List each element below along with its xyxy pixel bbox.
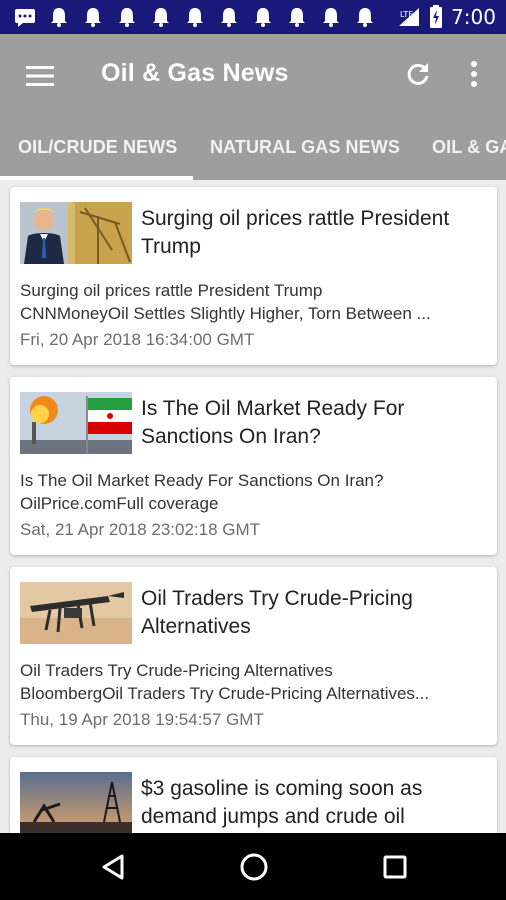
bell-icon	[85, 8, 101, 27]
bell-icon	[187, 8, 203, 27]
bell-icon	[51, 8, 67, 27]
tab-oil-crude-news[interactable]: OIL/CRUDE NEWS	[18, 120, 177, 180]
more-vert-icon	[471, 61, 477, 87]
clock: 7:00	[451, 5, 496, 29]
tab-natural-gas-news[interactable]: NATURAL GAS NEWS	[210, 120, 400, 180]
bell-icon	[289, 8, 305, 27]
article-thumbnail	[20, 202, 132, 264]
article-description: Oil Traders Try Crude-Pricing Alternativ…	[20, 659, 488, 705]
description-line: Surging oil prices rattle President Trum…	[20, 281, 323, 300]
article-headline: Is The Oil Market Ready For Sanctions On…	[141, 397, 405, 448]
bell-icon	[323, 8, 339, 27]
tab-bar: OIL/CRUDE NEWS NATURAL GAS NEWS OIL & GA	[0, 120, 506, 180]
system-navigation-bar	[0, 833, 506, 900]
article-headline: $3 gasoline is coming soon as demand jum…	[141, 777, 423, 828]
article-headline: Oil Traders Try Crude-Pricing Alternativ…	[141, 587, 413, 638]
app-title: Oil & Gas News	[101, 59, 289, 87]
article-thumbnail	[20, 772, 132, 833]
news-card[interactable]: $3 gasoline is coming soon as demand jum…	[10, 757, 497, 833]
back-button[interactable]	[95, 849, 131, 885]
app-bar: Oil & Gas News OIL/CRUDE NEWS NATURAL GA…	[0, 34, 506, 180]
menu-button[interactable]	[22, 58, 58, 94]
recent-apps-button[interactable]	[377, 849, 413, 885]
refresh-button[interactable]	[400, 56, 436, 92]
home-circle-icon	[240, 853, 268, 881]
refresh-icon	[407, 63, 429, 85]
status-bar: LTE 7:00	[0, 0, 506, 34]
svg-text:LTE: LTE	[400, 10, 413, 19]
article-date: Sat, 21 Apr 2018 23:02:18 GMT	[20, 520, 261, 539]
news-card[interactable]: Oil Traders Try Crude-Pricing Alternativ…	[10, 567, 497, 745]
bell-icon	[153, 8, 169, 27]
article-description: Is The Oil Market Ready For Sanctions On…	[20, 469, 488, 515]
bell-icon	[221, 8, 237, 27]
lte-signal-icon: LTE	[399, 8, 420, 26]
home-button[interactable]	[236, 849, 272, 885]
news-feed[interactable]: Surging oil prices rattle President Trum…	[0, 180, 506, 833]
recent-apps-square-icon	[383, 855, 407, 879]
news-card[interactable]: Is The Oil Market Ready For Sanctions On…	[10, 377, 497, 555]
back-triangle-icon	[102, 854, 124, 880]
battery-charging-icon	[430, 5, 443, 28]
article-thumbnail	[20, 582, 132, 644]
notification-icons	[14, 7, 376, 27]
description-line: OilPrice.comFull coverage	[20, 494, 219, 513]
description-line: Oil Traders Try Crude-Pricing Alternativ…	[20, 661, 333, 680]
article-headline: Surging oil prices rattle President Trum…	[141, 207, 450, 258]
message-icon	[15, 9, 35, 27]
article-thumbnail	[20, 392, 132, 454]
description-line: Is The Oil Market Ready For Sanctions On…	[20, 471, 384, 490]
overflow-menu-button[interactable]	[462, 56, 486, 92]
bell-icon	[357, 8, 373, 27]
tab-oil-gas[interactable]: OIL & GA	[432, 120, 506, 180]
description-line: CNNMoneyOil Settles Slightly Higher, Tor…	[20, 304, 431, 323]
bell-icon	[119, 8, 135, 27]
description-line: BloombergOil Traders Try Crude-Pricing A…	[20, 684, 430, 703]
news-card[interactable]: Surging oil prices rattle President Trum…	[10, 187, 497, 365]
article-date: Thu, 19 Apr 2018 19:54:57 GMT	[20, 710, 264, 729]
article-date: Fri, 20 Apr 2018 16:34:00 GMT	[20, 330, 255, 349]
bell-icon	[255, 8, 271, 27]
hamburger-menu-icon	[26, 66, 54, 86]
article-description: Surging oil prices rattle President Trum…	[20, 279, 488, 325]
